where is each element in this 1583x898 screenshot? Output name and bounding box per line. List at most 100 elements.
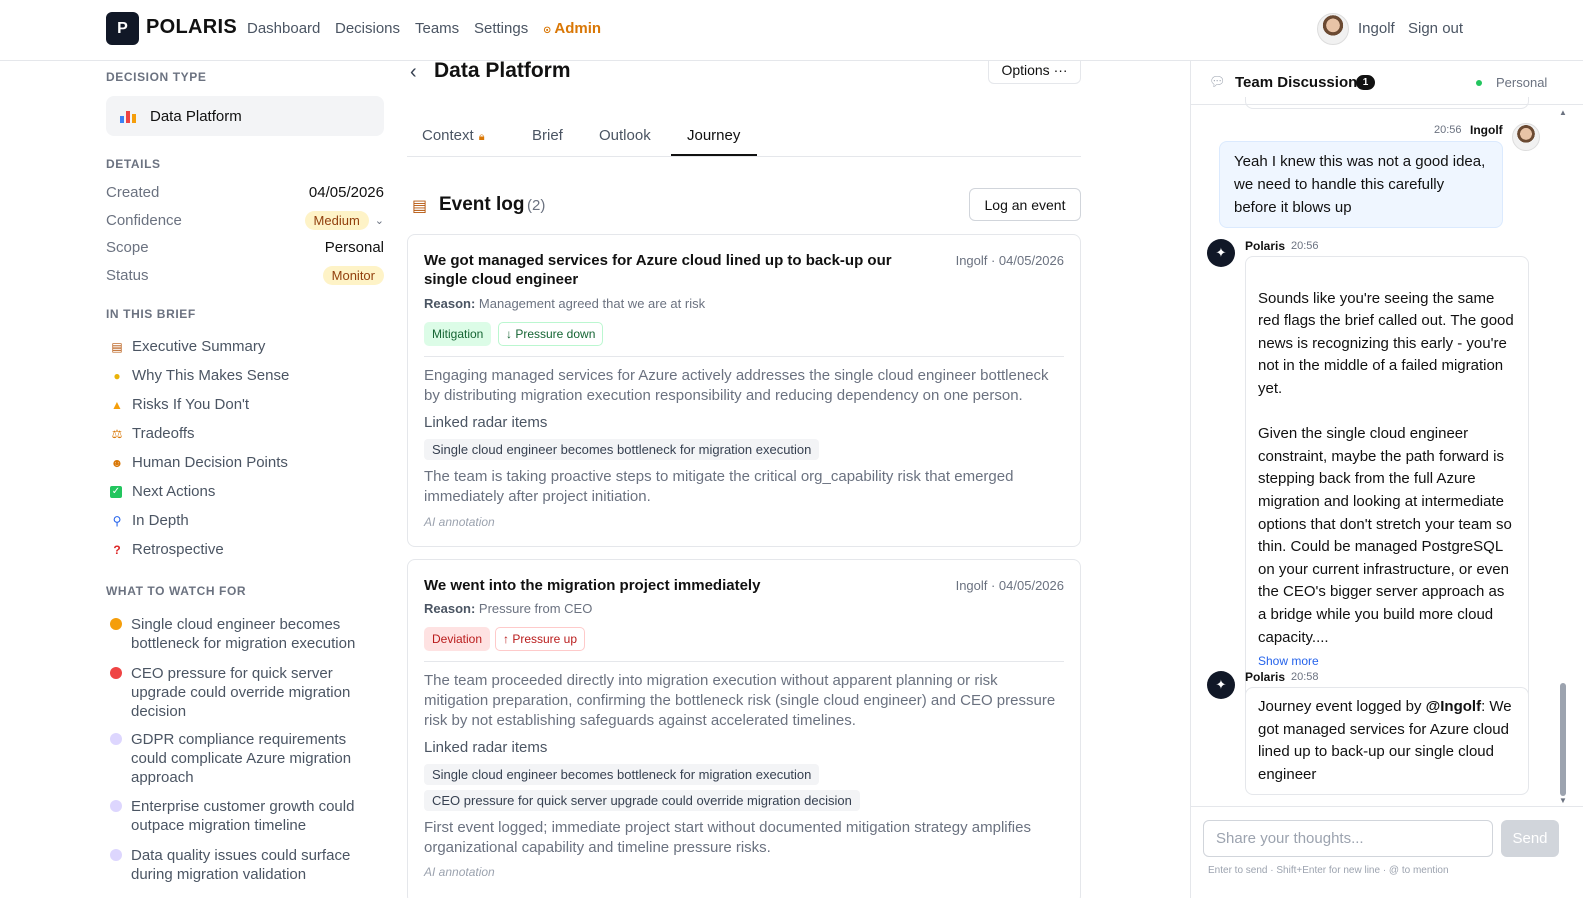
linked-radar-heading: Linked radar items — [424, 414, 548, 431]
message-time: 20:56 — [1291, 240, 1319, 252]
linked-radar-item[interactable]: CEO pressure for quick server upgrade co… — [424, 790, 860, 811]
event-card: We got managed services for Azure cloud … — [407, 234, 1081, 547]
tab-outlook[interactable]: Outlook — [599, 127, 651, 144]
options-button[interactable]: Options ··· — [988, 61, 1081, 84]
admin-dot-icon: ⊙ — [543, 25, 552, 36]
chat-message-input[interactable] — [1203, 820, 1493, 857]
what-to-watch-heading: WHAT TO WATCH FOR — [106, 584, 247, 598]
clipboard-icon: ▤ — [111, 339, 123, 354]
warning-icon: ▲ — [111, 397, 123, 412]
decision-type-heading: DECISION TYPE — [106, 70, 207, 84]
brief-link-executive-summary[interactable]: ▤ Executive Summary — [110, 338, 265, 355]
chat-scrollbar[interactable]: ▲ ▼ — [1559, 108, 1567, 806]
ai-annotation-label: AI annotation — [424, 865, 495, 879]
event-meta: Ingolf · 04/05/2026 — [955, 253, 1064, 268]
linked-radar-heading: Linked radar items — [424, 739, 548, 756]
chat-scope[interactable]: Personal — [1476, 73, 1554, 92]
event-reason: Reason: Management agreed that we are at… — [424, 296, 705, 311]
nav-settings[interactable]: Settings — [474, 20, 528, 37]
watch-item[interactable]: CEO pressure for quick server upgrade co… — [110, 664, 370, 721]
confidence-select[interactable]: Medium ⌄ — [304, 211, 384, 230]
event-summary: The team proceeded directly into migrati… — [424, 672, 1056, 729]
detail-confidence: Confidence Medium ⌄ — [106, 211, 384, 230]
brief-link-label: Tradeoffs — [132, 425, 195, 442]
event-type-badge: Mitigation — [424, 322, 492, 346]
divider — [424, 356, 1064, 357]
decision-type-label: Data Platform — [150, 107, 242, 125]
scope-label: Personal — [1490, 73, 1554, 92]
decision-type-box: Data Platform — [106, 96, 384, 136]
event-summary: Engaging managed services for Azure acti… — [424, 367, 1049, 404]
event-title: We went into the migration project immed… — [424, 577, 761, 594]
brief-link-human-decision-points[interactable]: ☻ Human Decision Points — [110, 454, 288, 471]
scroll-down-icon[interactable]: ▼ — [1559, 796, 1567, 805]
brief-link-tradeoffs[interactable]: ⚖ Tradeoffs — [110, 425, 195, 442]
scroll-thumb[interactable] — [1560, 683, 1566, 796]
watch-item-label: Enterprise customer growth could outpace… — [131, 798, 355, 834]
brief-link-label: Human Decision Points — [132, 454, 288, 471]
nav-teams[interactable]: Teams — [415, 20, 459, 37]
user-avatar[interactable] — [1317, 13, 1349, 45]
pressure-badge: ↓ Pressure down — [498, 322, 604, 346]
brand-name[interactable]: POLARIS — [146, 16, 237, 39]
polaris-star-icon: ✦ — [1207, 671, 1235, 699]
brief-link-next-actions[interactable]: ✓ Next Actions — [110, 483, 215, 500]
linked-radar-item[interactable]: Single cloud engineer becomes bottleneck… — [424, 764, 820, 785]
watch-item-label: Data quality issues could surface during… — [131, 847, 351, 883]
mention-link[interactable]: @Ingolf — [1426, 698, 1481, 715]
message-time: 20:56 — [1434, 124, 1462, 136]
brief-link-label: Executive Summary — [132, 338, 266, 355]
composer-hint: Enter to send · Shift+Enter for new line… — [1208, 865, 1449, 876]
page-title: Data Platform — [434, 61, 571, 82]
brief-link-retrospective[interactable]: ? Retrospective — [110, 541, 224, 558]
assistant-message-bubble: Journey event logged by @Ingolf: We got … — [1245, 687, 1529, 796]
nav-decisions[interactable]: Decisions — [335, 20, 400, 37]
team-discussion-panel: 💬︎ Team Discussion 1 Personal 20:56 Ingo… — [1190, 61, 1583, 898]
brief-link-in-depth[interactable]: ⚲ In Depth — [110, 512, 189, 529]
nav-dashboard[interactable]: Dashboard — [247, 20, 320, 37]
risk-lavender-dot-icon — [110, 733, 122, 745]
show-more-link[interactable]: Show more — [1258, 653, 1516, 669]
tab-context[interactable]: Context 🔒︎ — [422, 127, 485, 144]
confidence-badge: Medium — [304, 211, 369, 230]
user-message-bubble: Yeah I knew this was not a good idea, we… — [1219, 141, 1503, 228]
scales-icon: ⚖ — [111, 426, 123, 441]
brief-link-why-this-makes-sense[interactable]: ● Why This Makes Sense — [110, 367, 289, 384]
reason-text: Management agreed that we are at risk — [478, 296, 706, 311]
tab-journey[interactable]: Journey — [687, 127, 740, 144]
polaris-star-icon: ✦ — [1207, 239, 1235, 267]
tab-label: Context — [422, 127, 474, 144]
event-analysis: First event logged; immediate project st… — [424, 819, 1031, 856]
tab-brief[interactable]: Brief — [532, 127, 563, 144]
watch-item[interactable]: Single cloud engineer becomes bottleneck… — [110, 615, 370, 653]
event-meta: Ingolf · 04/05/2026 — [955, 578, 1064, 593]
brief-link-label: Next Actions — [132, 483, 216, 500]
detail-status: Status Monitor — [106, 266, 384, 285]
detail-label: Status — [106, 267, 149, 284]
brief-sidebar: DECISION TYPE Data Platform DETAILS Crea… — [0, 61, 400, 898]
message-prefix: Journey event logged by — [1258, 698, 1426, 715]
linked-radar-item[interactable]: Single cloud engineer becomes bottleneck… — [424, 439, 820, 460]
watch-item[interactable]: Data quality issues could surface during… — [110, 846, 370, 884]
main-content: ‹ Data Platform Options ··· Context 🔒︎ Br… — [400, 61, 1190, 898]
brief-link-risks[interactable]: ▲ Risks If You Don't — [110, 396, 249, 413]
nav-user-name[interactable]: Ingolf — [1358, 20, 1395, 37]
event-reason: Reason: Pressure from CEO — [424, 601, 592, 616]
brief-link-label: Retrospective — [132, 541, 224, 558]
nav-admin[interactable]: ⊙ Admin — [543, 20, 601, 37]
brief-link-label: In Depth — [132, 512, 189, 529]
check-icon: ✓ — [110, 485, 122, 498]
lightbulb-icon: ● — [113, 368, 121, 383]
log-event-button[interactable]: Log an event — [969, 188, 1081, 221]
sign-out-link[interactable]: Sign out — [1408, 20, 1463, 37]
send-button[interactable]: Send — [1501, 820, 1559, 857]
watch-item[interactable]: Enterprise customer growth could outpace… — [110, 797, 370, 835]
reason-text: Pressure from CEO — [478, 601, 593, 616]
unread-count-badge: 1 — [1356, 75, 1375, 90]
watch-item[interactable]: GDPR compliance requirements could compl… — [110, 730, 370, 787]
event-title: We got managed services for Azure cloud … — [424, 252, 892, 288]
scroll-up-icon[interactable]: ▲ — [1559, 108, 1567, 117]
logo-icon[interactable]: P — [106, 12, 139, 45]
watch-item-label: CEO pressure for quick server upgrade co… — [131, 665, 351, 720]
back-chevron-icon[interactable]: ‹ — [410, 61, 417, 84]
